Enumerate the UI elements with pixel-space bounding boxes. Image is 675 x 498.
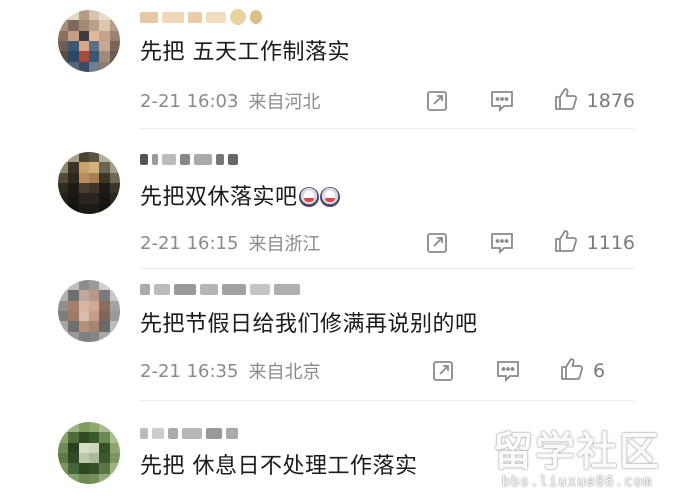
divider (140, 400, 635, 401)
comment-time: 2-21 16:15 (140, 232, 239, 254)
avatar[interactable] (58, 10, 120, 72)
comment-location: 来自北京 (248, 362, 321, 383)
comment-text: 先把节假日给我们修满再说别的吧 (140, 312, 478, 337)
divider (140, 268, 635, 269)
share-icon[interactable] (431, 359, 455, 383)
thumb-up-icon (559, 356, 585, 387)
username-blurred[interactable] (140, 8, 262, 26)
share-icon[interactable] (425, 231, 449, 255)
comment-icon[interactable] (495, 359, 521, 383)
avatar[interactable] (58, 422, 120, 484)
watermark-url: bbs.liuxue86.com (501, 474, 653, 490)
like-count: 1876 (586, 90, 635, 112)
crying-face-emoji (298, 187, 319, 207)
username-blurred[interactable] (140, 280, 300, 298)
username-blurred[interactable] (140, 150, 238, 168)
thumb-up-icon (553, 86, 579, 117)
crying-face-emoji (319, 187, 340, 207)
comment-location: 来自浙江 (248, 234, 321, 255)
watermark-title: 留学社区 (493, 429, 661, 475)
username-blurred[interactable] (140, 424, 238, 442)
like-button[interactable]: 1116 (553, 228, 635, 259)
comment-meta: 2-21 16:03 来自河北 1876 (140, 86, 635, 116)
comment-list-page: 先把 五天工作制落实 2-21 16:03 来自河北 1876 先把双休落实吧 … (0, 0, 675, 498)
avatar[interactable] (58, 152, 120, 214)
like-button[interactable]: 6 (559, 356, 635, 387)
like-count: 6 (593, 360, 606, 382)
share-icon[interactable] (425, 89, 449, 113)
comment-text: 先把双休落实吧 (140, 183, 340, 213)
comment-text: 先把 五天工作制落实 (140, 40, 350, 65)
divider (140, 128, 635, 129)
comment-meta: 2-21 16:15 来自浙江 1116 (140, 228, 635, 258)
comment-time: 2-21 16:35 (140, 360, 239, 382)
comment-meta: 2-21 16:35 来自北京 6 (140, 356, 635, 386)
avatar[interactable] (58, 280, 120, 342)
comment-text: 先把 休息日不处理工作落实 (140, 454, 418, 479)
comment-icon[interactable] (489, 231, 515, 255)
comment-time: 2-21 16:03 (140, 90, 239, 112)
comment-text-body: 先把双休落实吧 (140, 185, 298, 210)
like-count: 1116 (586, 232, 635, 254)
comment-location: 来自河北 (248, 92, 321, 113)
thumb-up-icon (553, 228, 579, 259)
like-button[interactable]: 1876 (553, 86, 635, 117)
site-watermark: 留学社区 bbs.liuxue86.com (493, 430, 661, 490)
comment-icon[interactable] (489, 89, 515, 113)
